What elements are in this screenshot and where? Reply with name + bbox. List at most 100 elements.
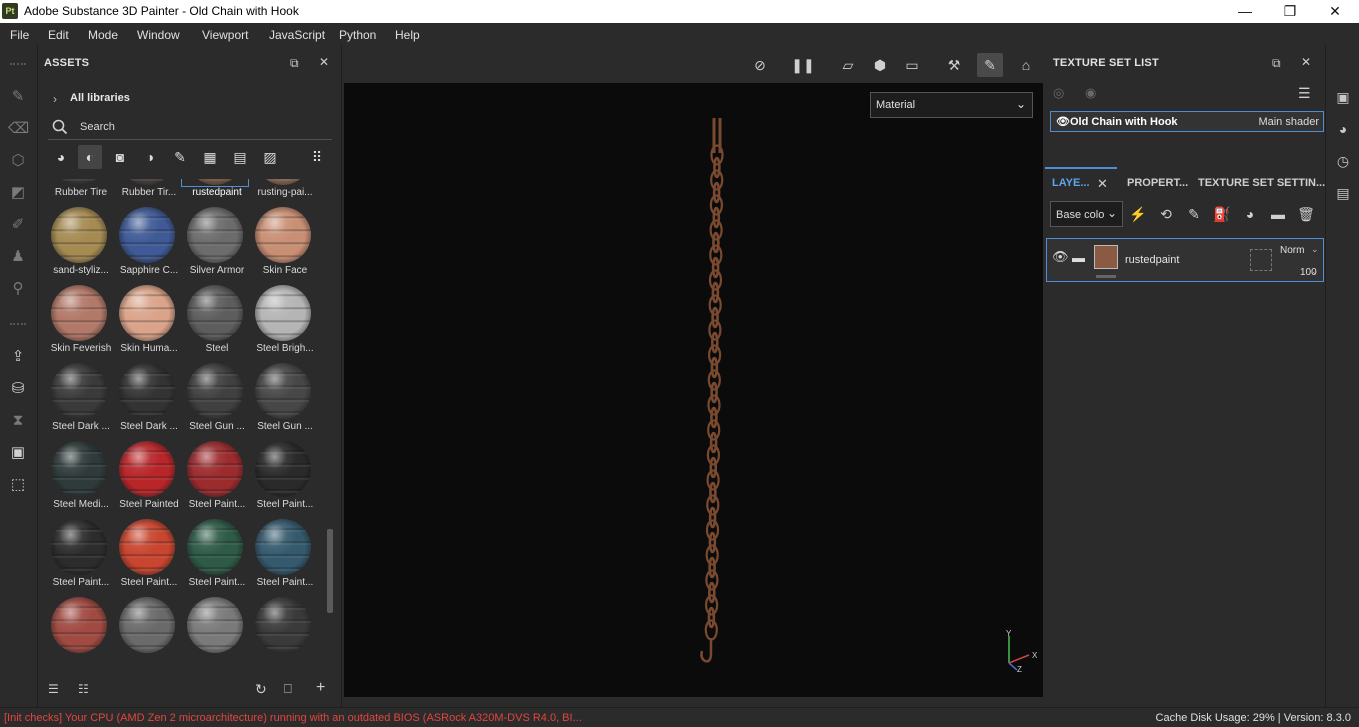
assets-scrollbar[interactable] bbox=[327, 529, 333, 613]
color-picker-icon[interactable]: ⚲ bbox=[8, 279, 28, 299]
texture-set-item[interactable]: 👁 Old Chain with Hook Main shader bbox=[1050, 111, 1324, 132]
asset-tile[interactable]: Steel Dark ... bbox=[116, 361, 182, 437]
3d-view[interactable]: Y X Z bbox=[344, 83, 1043, 697]
asset-tile[interactable]: Steel Paint... bbox=[116, 517, 182, 593]
add-smart-mask-icon[interactable]: ◕ bbox=[1239, 203, 1261, 225]
minimize-button[interactable]: — bbox=[1222, 0, 1268, 23]
tab-layers[interactable]: LAYE... bbox=[1052, 177, 1090, 189]
asset-tile[interactable]: Steel Medi... bbox=[48, 439, 114, 515]
asset-tile[interactable]: Steel Paint... bbox=[48, 517, 114, 593]
chevron-right-icon[interactable]: › bbox=[53, 92, 57, 106]
layer-mask-slot[interactable] bbox=[1250, 249, 1272, 271]
add-effect-icon[interactable]: ⚡ bbox=[1127, 203, 1149, 225]
masks-icon[interactable]: ◙ bbox=[108, 145, 132, 169]
menu-edit[interactable]: Edit bbox=[48, 28, 69, 42]
close-panel-icon[interactable]: ✕ bbox=[319, 55, 329, 69]
brushes-icon[interactable]: ✎ bbox=[168, 145, 192, 169]
symmetry-icon[interactable]: ⚒ bbox=[941, 53, 967, 77]
menu-javascript[interactable]: JavaScript bbox=[269, 28, 325, 42]
asset-tile[interactable]: Steel Gun ... bbox=[184, 361, 250, 437]
textures-icon[interactable]: ▤ bbox=[228, 145, 252, 169]
clone-stamp-icon[interactable]: ♟ bbox=[8, 247, 28, 267]
hide-ui-icon[interactable]: ⊘ bbox=[747, 53, 773, 77]
geometry-mask-icon[interactable]: ◩ bbox=[8, 183, 28, 203]
asset-tile[interactable]: Rubber Tir... bbox=[116, 179, 182, 203]
texture-set-list-icon[interactable]: ▣ bbox=[1333, 87, 1353, 107]
material-mode-dropdown[interactable]: Material ⌄ bbox=[870, 92, 1033, 118]
tab-texture-set-settings[interactable]: TEXTURE SET SETTIN... bbox=[1198, 177, 1325, 189]
asset-tile[interactable]: Sapphire C... bbox=[116, 205, 182, 281]
new-folder-icon[interactable]: ⎕ bbox=[284, 681, 292, 697]
menu-mode[interactable]: Mode bbox=[88, 28, 118, 42]
blend-mode-value[interactable]: Norm bbox=[1280, 245, 1304, 256]
asset-tile[interactable] bbox=[48, 595, 114, 671]
eraser-icon[interactable]: ⌫ bbox=[8, 119, 29, 139]
display-settings-icon[interactable]: ▣ bbox=[8, 443, 28, 463]
maximize-button[interactable]: ❐ bbox=[1267, 0, 1313, 23]
eye-icon[interactable]: 👁 bbox=[1056, 115, 1070, 128]
asset-tile[interactable]: Steel Paint... bbox=[252, 517, 318, 593]
queue-icon[interactable]: ☷ bbox=[78, 682, 89, 696]
display-mode-icon[interactable]: ⬢ bbox=[867, 53, 893, 77]
paint-brush-icon[interactable]: ✎ bbox=[8, 87, 28, 107]
view-mode-icon[interactable]: ▱ bbox=[835, 53, 861, 77]
menu-file[interactable]: File bbox=[10, 28, 29, 42]
visibility-off-icon[interactable]: ◎ bbox=[1053, 85, 1064, 101]
asset-tile[interactable]: Steel Paint... bbox=[184, 517, 250, 593]
menu-window[interactable]: Window bbox=[137, 28, 180, 42]
asset-tile[interactable]: Steel Paint... bbox=[184, 439, 250, 515]
alphas-icon[interactable]: ▦ bbox=[198, 145, 222, 169]
status-error-message[interactable]: [Init checks] Your CPU (AMD Zen 2 microa… bbox=[4, 712, 582, 724]
grid-view-icon[interactable]: ⠿ bbox=[305, 145, 329, 169]
visibility-icon[interactable]: ◉ bbox=[1085, 85, 1096, 101]
camera-icon[interactable]: ▭ bbox=[899, 53, 925, 77]
environments-icon[interactable]: ▨ bbox=[258, 145, 282, 169]
refresh-icon[interactable]: ↻ bbox=[255, 681, 267, 698]
asset-tile[interactable]: Steel bbox=[184, 283, 250, 359]
asset-tile[interactable]: rustedpaint bbox=[181, 179, 250, 203]
add-mask-icon[interactable]: ⟲ bbox=[1155, 203, 1177, 225]
filters-icon[interactable]: ◑ bbox=[138, 145, 162, 169]
asset-tile[interactable] bbox=[116, 595, 182, 671]
undock-icon[interactable]: ⧉ bbox=[1272, 56, 1281, 71]
asset-tile[interactable]: Steel Gun ... bbox=[252, 361, 318, 437]
add-icon[interactable]: + bbox=[316, 679, 325, 697]
shelf-icon[interactable]: ⬚ bbox=[8, 475, 28, 495]
close-panel-icon[interactable]: ✕ bbox=[1301, 55, 1311, 69]
pause-icon[interactable]: ❚❚ bbox=[790, 53, 816, 77]
bake-icon[interactable]: ⛁ bbox=[8, 379, 28, 399]
asset-tile[interactable]: Skin Feverish bbox=[48, 283, 114, 359]
asset-tile[interactable]: sand-styliz... bbox=[48, 205, 114, 281]
smudge-icon[interactable]: ✐ bbox=[8, 215, 28, 235]
channel-dropdown[interactable]: Base colo ⌄ bbox=[1050, 201, 1123, 227]
asset-tile[interactable]: rusting-pai... bbox=[252, 179, 318, 203]
asset-tile[interactable]: Steel Painted bbox=[116, 439, 182, 515]
asset-tile[interactable]: Silver Armor bbox=[184, 205, 250, 281]
asset-tile[interactable]: Skin Face bbox=[252, 205, 318, 281]
materials-icon[interactable]: ◕ bbox=[49, 145, 73, 169]
add-folder-icon[interactable]: ▬ bbox=[1267, 203, 1289, 225]
projection-icon[interactable]: ⬡ bbox=[8, 151, 28, 171]
asset-tile[interactable] bbox=[252, 595, 318, 671]
environment-icon[interactable]: ◕ bbox=[1333, 119, 1353, 139]
asset-tile[interactable]: Steel Dark ... bbox=[48, 361, 114, 437]
tab-properties[interactable]: PROPERT... bbox=[1127, 177, 1188, 189]
asset-tile[interactable]: Steel Paint... bbox=[252, 439, 318, 515]
asset-tile[interactable]: Rubber Tire bbox=[48, 179, 114, 203]
library-manager-icon[interactable]: ☰ bbox=[48, 682, 59, 696]
log-icon[interactable]: ▤ bbox=[1333, 183, 1353, 203]
menu-viewport[interactable]: Viewport bbox=[202, 28, 248, 42]
library-selector[interactable]: All libraries bbox=[70, 92, 130, 104]
screenshot-icon[interactable]: ⌂ bbox=[1013, 53, 1039, 77]
add-fill-layer-icon[interactable]: ⛽ bbox=[1211, 203, 1233, 225]
history-icon[interactable]: ◷ bbox=[1333, 151, 1353, 171]
asset-tile[interactable]: Skin Huma... bbox=[116, 283, 182, 359]
smart-materials-icon[interactable]: ◐ bbox=[78, 145, 102, 169]
paint-mode-icon[interactable]: ✎ bbox=[977, 53, 1003, 77]
shader-name[interactable]: Main shader bbox=[1258, 116, 1319, 128]
layer-name[interactable]: rustedpaint bbox=[1125, 254, 1179, 266]
menu-help[interactable]: Help bbox=[395, 28, 420, 42]
layer-row[interactable]: 👁 ▬ rustedpaint Norm ⌄ 100 ⌄ bbox=[1046, 238, 1324, 282]
history-icon[interactable]: ⧗ bbox=[8, 411, 28, 431]
settings-menu-icon[interactable]: ☰ bbox=[1298, 85, 1311, 102]
